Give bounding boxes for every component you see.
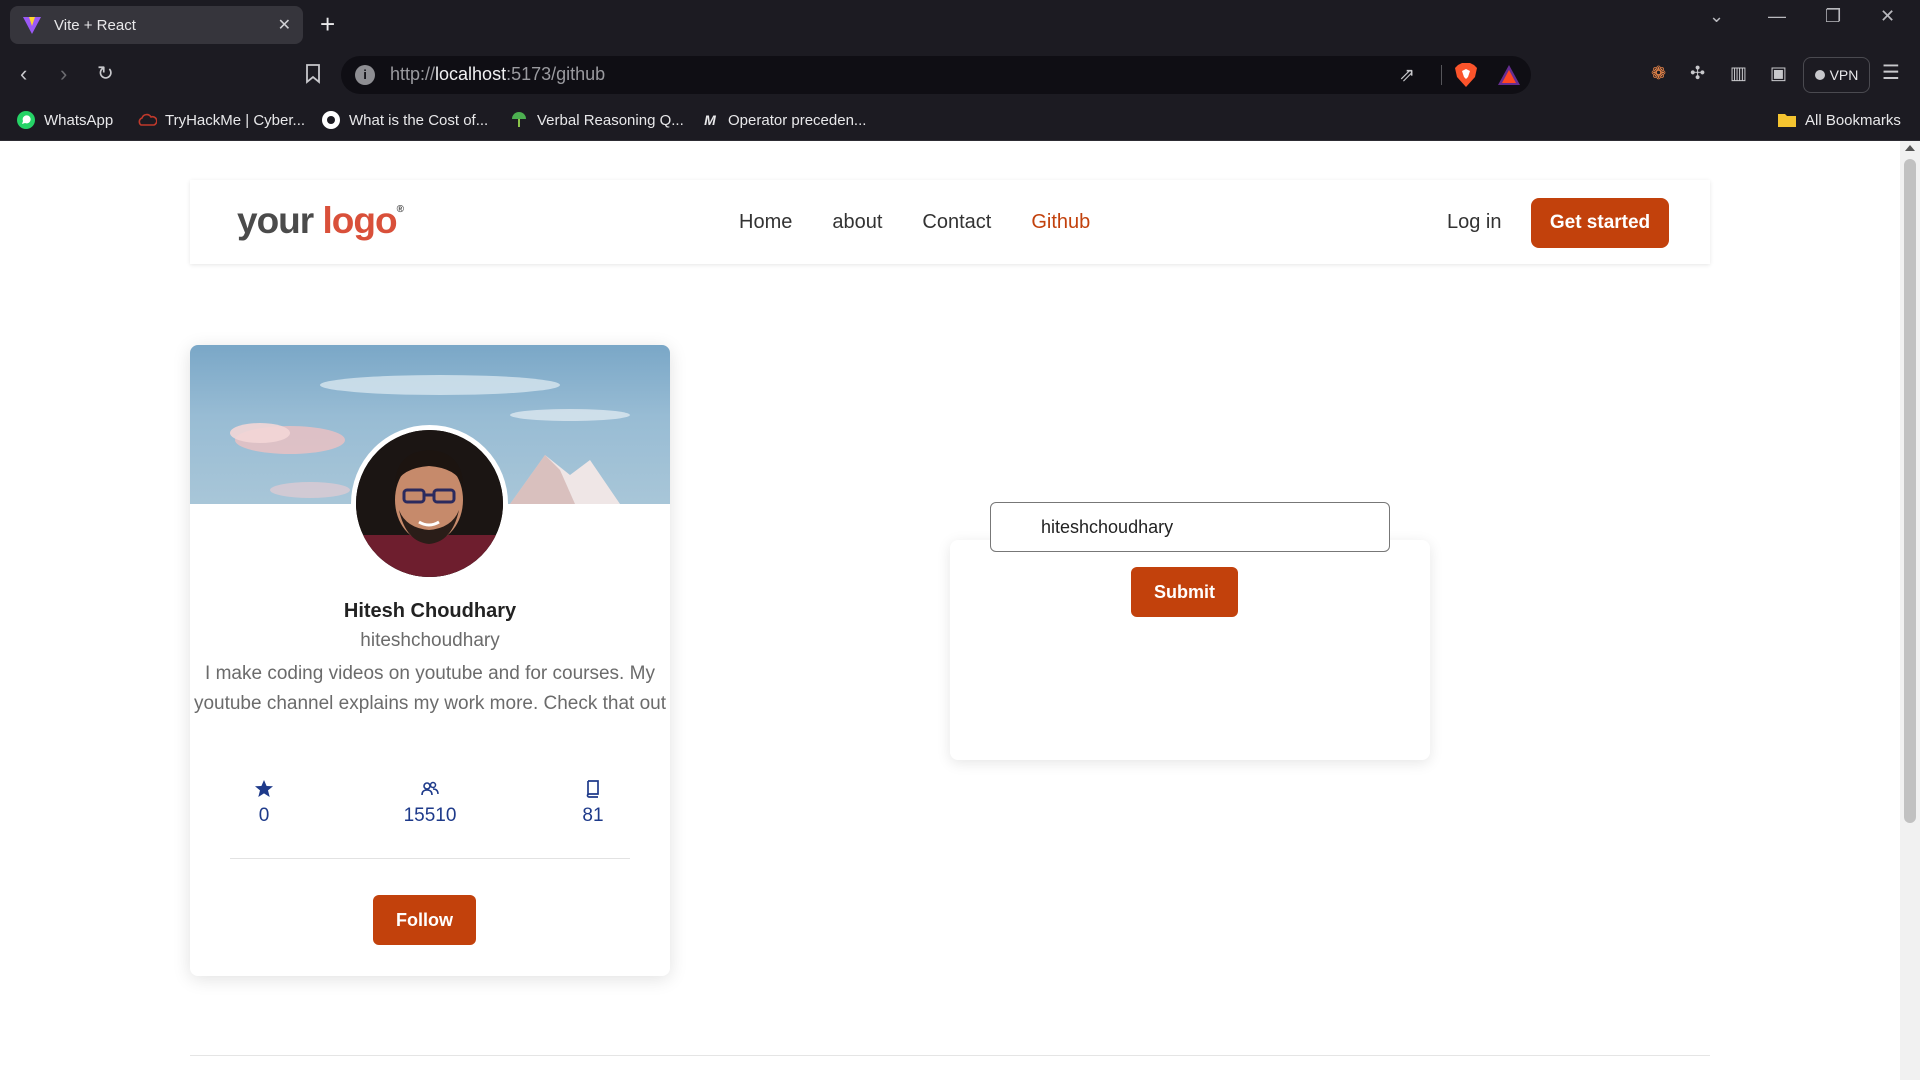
window-close-icon[interactable]: ✕ <box>1880 6 1895 27</box>
stat-stars: 0 <box>219 777 309 827</box>
logo-registered-mark: ® <box>396 204 404 215</box>
bookmark-whatsapp[interactable]: WhatsApp <box>16 110 113 130</box>
nav-github[interactable]: Github <box>1031 211 1090 234</box>
scroll-up-icon[interactable] <box>1905 145 1915 151</box>
profile-name: Hitesh Choudhary <box>343 600 517 622</box>
followers-icon <box>385 777 475 801</box>
bookmarks-bar: WhatsApp TryHackMe | Cyber... What is th… <box>0 100 1920 141</box>
reload-icon[interactable]: ↻ <box>97 62 114 86</box>
repo-icon <box>548 777 638 801</box>
folder-icon <box>1777 110 1797 130</box>
star-icon <box>219 777 309 801</box>
main-nav: Home about Contact Github <box>739 211 1090 234</box>
all-bookmarks[interactable]: All Bookmarks <box>1777 110 1901 130</box>
address-divider <box>1441 65 1442 85</box>
bookmark-label: Verbal Reasoning Q... <box>537 111 684 129</box>
page-scrollbar[interactable] <box>1900 141 1920 1080</box>
card-divider <box>230 858 630 859</box>
logo-text-logo: logo <box>322 200 397 241</box>
address-bar[interactable]: i http://localhost:5173/github ⇗ <box>341 56 1531 94</box>
whatsapp-icon <box>16 110 36 130</box>
site-logo[interactable]: your logo® <box>237 200 404 242</box>
sidebar-icon[interactable]: ▥ <box>1730 63 1747 84</box>
bookmark-cost[interactable]: What is the Cost of... <box>321 110 488 130</box>
vpn-label: VPN <box>1829 67 1859 83</box>
stat-value: 81 <box>582 805 604 826</box>
extensions-icon[interactable]: ✣ <box>1690 63 1705 84</box>
brave-rewards-icon[interactable] <box>1497 64 1521 86</box>
stat-value: 15510 <box>403 805 457 826</box>
url-text[interactable]: http://localhost:5173/github <box>390 64 605 85</box>
follow-button[interactable]: Follow <box>373 895 476 945</box>
vite-icon <box>23 17 41 34</box>
site-icon <box>509 110 529 130</box>
bookmark-label: TryHackMe | Cyber... <box>165 111 306 129</box>
menu-icon[interactable]: ☰ <box>1882 60 1900 85</box>
close-icon[interactable]: ✕ <box>278 15 291 35</box>
search-card: Submit <box>950 502 1430 760</box>
nav-contact[interactable]: Contact <box>922 211 991 234</box>
submit-button[interactable]: Submit <box>1131 567 1238 617</box>
avatar <box>351 425 508 582</box>
vpn-button[interactable]: VPN <box>1803 57 1870 93</box>
tab-search-icon[interactable]: ⌄ <box>1709 6 1724 27</box>
bookmark-label: Operator preceden... <box>728 111 867 129</box>
tab-title: Vite + React <box>54 16 136 34</box>
share-icon[interactable]: ⇗ <box>1399 64 1415 87</box>
browser-tabbar: Vite + React ✕ + ⌄ — ❐ ✕ <box>0 0 1920 50</box>
extension-cookie-icon[interactable]: ❁ <box>1651 63 1666 84</box>
browser-tab[interactable]: Vite + React ✕ <box>10 6 303 44</box>
username-input[interactable] <box>990 502 1390 552</box>
brave-shields-icon[interactable] <box>1454 62 1478 88</box>
wallet-icon[interactable]: ▣ <box>1770 63 1787 84</box>
forward-icon[interactable]: › <box>60 62 67 86</box>
scrollbar-thumb[interactable] <box>1904 159 1916 823</box>
nav-about[interactable]: about <box>832 211 882 234</box>
bookmark-icon[interactable] <box>305 64 321 84</box>
stat-value: 0 <box>258 805 270 826</box>
profile-username: hiteshchoudhary <box>360 630 500 651</box>
nav-home[interactable]: Home <box>739 211 792 234</box>
stat-repos: 81 <box>548 777 638 827</box>
site-info-icon[interactable]: i <box>355 65 375 85</box>
all-bookmarks-label: All Bookmarks <box>1805 111 1901 129</box>
restore-icon[interactable]: ❐ <box>1825 6 1841 27</box>
footer-divider <box>190 1055 1710 1056</box>
bookmark-label: What is the Cost of... <box>349 111 489 129</box>
minimize-icon[interactable]: — <box>1768 6 1786 27</box>
tryhackme-icon <box>137 110 157 130</box>
login-link[interactable]: Log in <box>1447 211 1502 234</box>
site-icon <box>321 110 341 130</box>
vpn-status-icon <box>1814 70 1825 80</box>
new-tab-icon[interactable]: + <box>320 10 335 38</box>
bookmark-operator[interactable]: M Operator preceden... <box>700 110 866 130</box>
bookmark-tryhackme[interactable]: TryHackMe | Cyber... <box>137 110 305 130</box>
bookmark-label: WhatsApp <box>44 111 114 129</box>
profile-bio: I make coding videos on youtube and for … <box>193 663 667 714</box>
logo-text-your: your <box>237 200 314 241</box>
site-header: your logo® Home about Contact Github Log… <box>190 180 1710 264</box>
bookmark-verbal[interactable]: Verbal Reasoning Q... <box>509 110 684 130</box>
site-icon: M <box>704 112 716 128</box>
page-viewport: your logo® Home about Contact Github Log… <box>0 141 1920 1080</box>
stat-followers: 15510 <box>385 777 475 827</box>
github-profile-card: Hitesh Choudhary hiteshchoudhary I make … <box>190 345 670 976</box>
back-icon[interactable]: ‹ <box>20 62 27 86</box>
get-started-button[interactable]: Get started <box>1531 198 1669 248</box>
